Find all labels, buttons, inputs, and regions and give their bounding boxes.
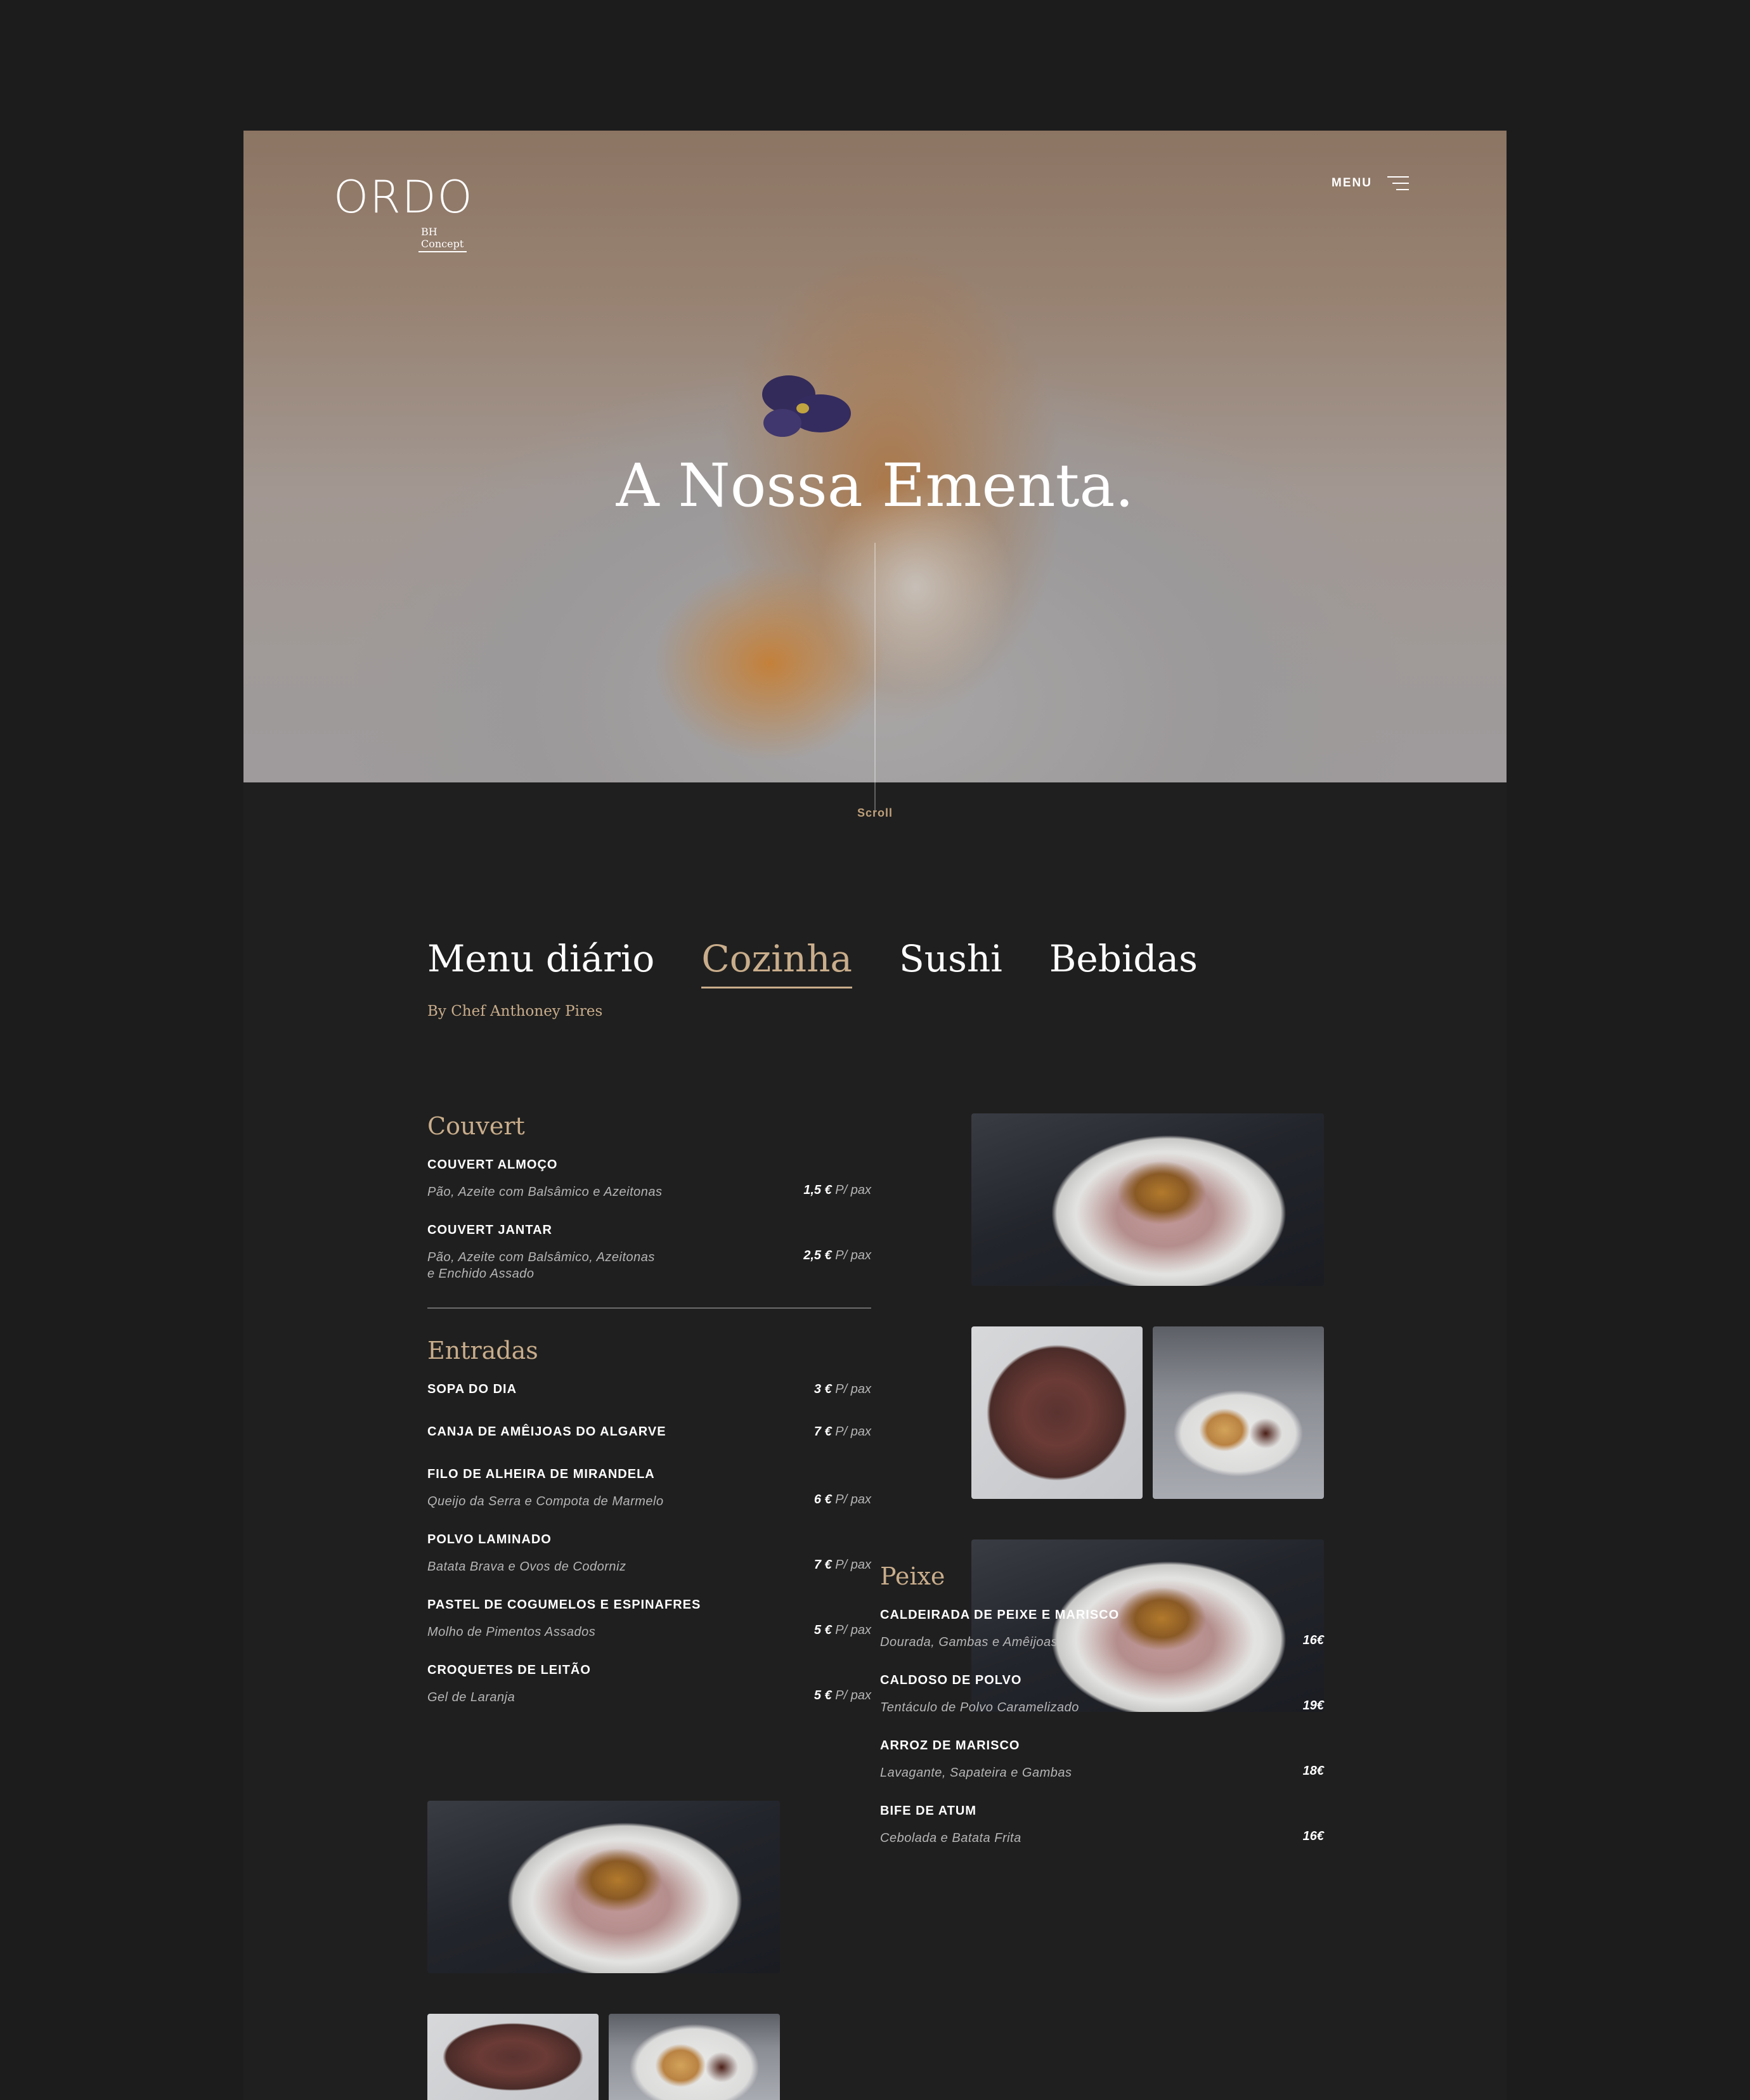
price-value: 1,5 € (803, 1183, 832, 1197)
price-value: 7 € (813, 1425, 832, 1439)
price-value: 16€ (1302, 1829, 1324, 1843)
price-unit: P/ pax (835, 1248, 871, 1262)
price-value: 7 € (813, 1558, 832, 1572)
item-price: 7 € P/ pax (814, 1558, 871, 1572)
price-value: 3 € (813, 1382, 832, 1396)
item-name: SOPA DO DIA (427, 1382, 517, 1396)
item-price: 5 € P/ pax (814, 1623, 871, 1638)
item-name: POLVO LAMINADO (427, 1533, 552, 1546)
item-price: 18€ (1303, 1764, 1324, 1779)
item-name: COUVERT ALMOÇO (427, 1158, 558, 1172)
tab-sushi[interactable]: Sushi (899, 937, 1002, 988)
item-price: 5 € P/ pax (814, 1688, 871, 1703)
price-value: 6 € (813, 1493, 832, 1507)
dish-photo (971, 1326, 1143, 1499)
menu-item: ARROZ DE MARISCO Lavagante, Sapateira e … (880, 1739, 1324, 1781)
menu-item: PASTEL DE COGUMELOS E ESPINAFRES Molho d… (427, 1598, 871, 1640)
dish-photo (971, 1113, 1324, 1286)
item-description: Lavagante, Sapateira e Gambas (880, 1766, 1072, 1780)
menu-column-left: Couvert COUVERT ALMOÇO Pão, Azeite com B… (427, 1112, 871, 1728)
menu-item: BIFE DE ATUM Cebolada e Batata Frita 16€ (880, 1804, 1324, 1846)
item-description: Queijo da Serra e Compota de Marmelo (427, 1494, 664, 1508)
price-unit: P/ pax (835, 1183, 871, 1197)
item-name: COUVERT JANTAR (427, 1223, 552, 1237)
chef-byline: By Chef Anthoney Pires (427, 1003, 603, 1020)
item-price: 7 € P/ pax (814, 1425, 871, 1439)
menu-item: COUVERT ALMOÇO Pão, Azeite com Balsâmico… (427, 1158, 871, 1200)
menu-label: MENU (1332, 176, 1372, 190)
menu-column-right: Peixe CALDEIRADA DE PEIXE E MARISCO Dour… (880, 1562, 1324, 1869)
item-name: ARROZ DE MARISCO (880, 1739, 1020, 1753)
menu-item: COUVERT JANTAR Pão, Azeite com Balsâmico… (427, 1223, 871, 1282)
logo-text: ORDO (334, 171, 474, 223)
menu-item: CROQUETES DE LEITÃO Gel de Laranja 5 € P… (427, 1663, 871, 1706)
section-title-peixe: Peixe (880, 1562, 945, 1590)
section-divider (427, 1307, 871, 1309)
scroll-label[interactable]: Scroll (243, 807, 1507, 820)
item-price: 16€ (1303, 1633, 1324, 1648)
item-price: 3 € P/ pax (814, 1382, 871, 1397)
item-name: CANJA DE AMÊIJOAS DO ALGARVE (427, 1425, 666, 1439)
price-value: 18€ (1302, 1764, 1324, 1778)
hero-title: A Nossa Ementa. (616, 451, 1134, 521)
item-description: Batata Brava e Ovos de Codorniz (427, 1560, 626, 1574)
tab-menu-diario[interactable]: Menu diário (427, 937, 654, 988)
menu-item: CALDOSO DE POLVO Tentáculo de Polvo Cara… (880, 1673, 1324, 1716)
price-value: 5 € (813, 1623, 832, 1637)
item-price: 16€ (1303, 1829, 1324, 1844)
page: ORDO BH Concept MENU A Nossa Ementa. Scr… (243, 131, 1507, 2100)
price-unit: P/ pax (835, 1493, 871, 1507)
item-price: 1,5 € P/ pax (803, 1183, 871, 1198)
item-name: CALDOSO DE POLVO (880, 1673, 1022, 1687)
item-name: FILO DE ALHEIRA DE MIRANDELA (427, 1467, 655, 1481)
menu-item: SOPA DO DIA 3 € P/ pax (427, 1382, 871, 1397)
hamburger-icon (1387, 176, 1409, 190)
item-price: 19€ (1303, 1699, 1324, 1713)
item-name: BIFE DE ATUM (880, 1804, 976, 1818)
price-unit: P/ pax (835, 1623, 871, 1637)
logo-subtitle: BH Concept (418, 226, 467, 252)
item-description: Cebolada e Batata Frita (880, 1831, 1021, 1845)
tab-cozinha[interactable]: Cozinha (701, 937, 853, 988)
menu-item: CANJA DE AMÊIJOAS DO ALGARVE 7 € P/ pax (427, 1425, 871, 1439)
dish-photo (609, 2014, 780, 2100)
price-value: 5 € (813, 1688, 832, 1702)
price-value: 16€ (1302, 1633, 1324, 1647)
item-price: 6 € P/ pax (814, 1493, 871, 1507)
price-unit: P/ pax (835, 1425, 871, 1439)
menu-button[interactable]: MENU (1332, 176, 1409, 190)
price-unit: P/ pax (835, 1558, 871, 1572)
menu-item: CALDEIRADA DE PEIXE E MARISCO Dourada, G… (880, 1608, 1324, 1650)
item-description: Tentáculo de Polvo Caramelizado (880, 1701, 1079, 1714)
menu-item: POLVO LAMINADO Batata Brava e Ovos de Co… (427, 1533, 871, 1575)
item-description: Gel de Laranja (427, 1690, 515, 1704)
price-value: 2,5 € (803, 1248, 832, 1262)
dish-photo (1153, 1326, 1324, 1499)
dish-photo (427, 1801, 780, 1973)
item-description: Molho de Pimentos Assados (427, 1625, 596, 1639)
ordo-logo[interactable]: ORDO BH Concept (334, 171, 474, 252)
tab-bebidas[interactable]: Bebidas (1049, 937, 1198, 988)
menu-tabs: Menu diário Cozinha Sushi Bebidas (427, 937, 1198, 988)
item-name: CALDEIRADA DE PEIXE E MARISCO (880, 1608, 1120, 1622)
section-title-couvert: Couvert (427, 1112, 525, 1140)
price-unit: P/ pax (835, 1382, 871, 1396)
scroll-indicator-line (874, 543, 876, 782)
item-name: CROQUETES DE LEITÃO (427, 1663, 591, 1677)
item-price: 2,5 € P/ pax (803, 1248, 871, 1263)
item-description: Dourada, Gambas e Amêijoas (880, 1635, 1058, 1649)
menu-item: FILO DE ALHEIRA DE MIRANDELA Queijo da S… (427, 1467, 871, 1510)
dish-photo (427, 2014, 599, 2100)
hero-banner: ORDO BH Concept MENU A Nossa Ementa. (243, 131, 1507, 782)
item-description-line: e Enchido Assado (427, 1267, 535, 1281)
section-title-entradas: Entradas (427, 1337, 538, 1364)
price-value: 19€ (1302, 1699, 1324, 1713)
item-name: PASTEL DE COGUMELOS E ESPINAFRES (427, 1598, 701, 1612)
price-unit: P/ pax (835, 1688, 871, 1702)
